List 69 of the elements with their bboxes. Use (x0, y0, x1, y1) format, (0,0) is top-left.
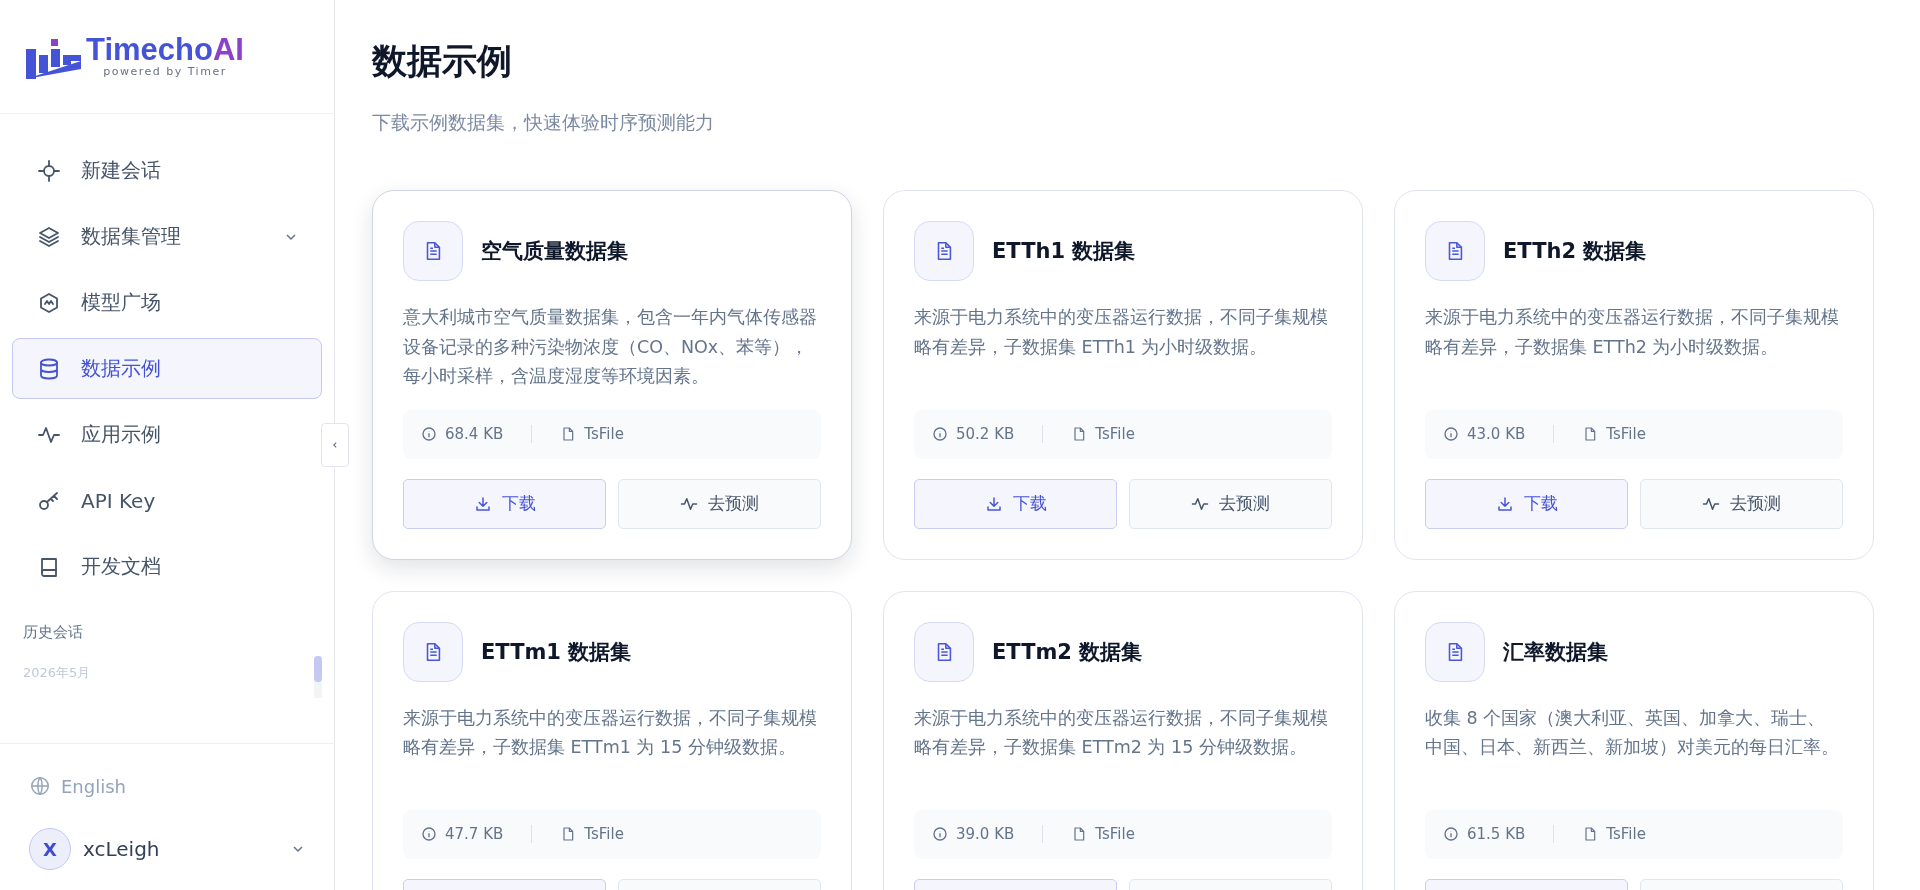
card-description: 来源于电力系统中的变压器运行数据，不同子集规模略有差异，子数据集 ETTh2 为小时级数据。 (1425, 306, 1840, 359)
file-size: 68.4 KB (445, 425, 504, 443)
card-description: 收集 8 个国家（澳大利亚、英国、加拿大、瑞士、中国、日本、新西兰、新加坡）对美元的每日汇率。 (1425, 706, 1840, 759)
file-format: TsFile (584, 825, 624, 843)
predict-button[interactable]: 去预测 (618, 478, 821, 529)
nav-item[interactable]: 应用示例 (12, 404, 322, 465)
file-size: 61.5 KB (1467, 825, 1526, 843)
page-subtitle: 下载示例数据集，快速体验时序预测能力 (372, 110, 715, 134)
chevron-icon (292, 843, 304, 855)
scrollbar[interactable] (314, 656, 322, 698)
file-format: TsFile (1606, 825, 1646, 843)
user-avatar: X (29, 828, 71, 870)
logo-name: TimechoAI (86, 35, 244, 65)
download-icon (1495, 494, 1514, 513)
info-icon (421, 826, 437, 842)
card-title: ETTh2 数据集 (1503, 238, 1647, 265)
card-title: ETTm2 数据集 (992, 638, 1143, 666)
chevron-left-icon (331, 441, 339, 449)
file-format: TsFile (1606, 425, 1646, 443)
download-button[interactable]: 下载 (914, 478, 1117, 529)
card-title: ETTh1 数据集 (992, 238, 1136, 265)
card-description: 来源于电力系统中的变压器运行数据，不同子集规模略有差异，子数据集 ETTm1 为 15 分钟级数据。 (403, 706, 818, 759)
user-menu[interactable]: X xcLeigh (29, 822, 334, 876)
collapse-sidebar-button[interactable] (321, 423, 349, 467)
file-format: TsFile (1095, 425, 1135, 443)
file-size: 43.0 KB (1467, 425, 1526, 443)
card-description: 意大利城市空气质量数据集，包含一年内气体传感器设备记录的多种污染物浓度（CO、NOx、苯等），每小时采样，含温度湿度等环境因素。 (403, 306, 818, 388)
download-icon (984, 494, 1003, 513)
predict-button[interactable]: 去预测 (1640, 478, 1843, 529)
nav-item[interactable]: 数据集管理 (12, 206, 322, 267)
nav-item[interactable]: 模型广场 (12, 272, 322, 333)
nav-item[interactable]: 新建会话 (12, 140, 322, 201)
file-size: 50.2 KB (956, 425, 1015, 443)
card-description: 来源于电力系统中的变压器运行数据，不同子集规模略有差异，子数据集 ETTh1 为小时级数据。 (914, 306, 1329, 359)
layers-icon (37, 224, 61, 249)
nav-item[interactable]: API Key (12, 470, 322, 531)
logo-tagline: powered by Timer (103, 65, 227, 78)
file-size: 47.7 KB (445, 825, 504, 843)
predict-button[interactable]: 去预测 (1129, 478, 1332, 529)
info-icon (932, 826, 948, 842)
history-heading: 历史会话 (23, 623, 84, 642)
document-icon (914, 221, 974, 281)
card-title: ETTm1 数据集 (481, 638, 632, 666)
download-button[interactable]: 下载 (403, 478, 606, 529)
card-description: 来源于电力系统中的变压器运行数据，不同子集规模略有差异，子数据集 ETTm2 为 15 分钟级数据。 (914, 706, 1329, 759)
download-button[interactable]: 下载 (1425, 478, 1628, 529)
hexagon-icon (37, 290, 61, 315)
info-icon (1443, 426, 1459, 442)
database-icon (37, 356, 61, 381)
document-icon (1425, 221, 1485, 281)
info-icon (1443, 826, 1459, 842)
nav-item[interactable]: 开发文档 (12, 536, 322, 597)
globe-icon (29, 775, 51, 797)
card-title: 汇率数据集 (1503, 638, 1608, 666)
file-size: 39.0 KB (956, 825, 1015, 843)
history-group-label: 2026年5月 (23, 664, 92, 682)
file-format: TsFile (1095, 825, 1135, 843)
card-title: 空气质量数据集 (481, 238, 628, 265)
document-icon (914, 621, 974, 682)
info-icon (932, 426, 948, 442)
document-icon (1425, 621, 1485, 682)
page-title: 数据示例 (372, 40, 513, 83)
crosshair-icon (37, 158, 61, 183)
nav-item[interactable]: 数据示例 (12, 338, 322, 399)
info-icon (421, 426, 437, 442)
download-icon (473, 494, 492, 513)
document-icon (403, 221, 463, 281)
file-format: TsFile (584, 425, 624, 443)
document-icon (403, 621, 463, 682)
